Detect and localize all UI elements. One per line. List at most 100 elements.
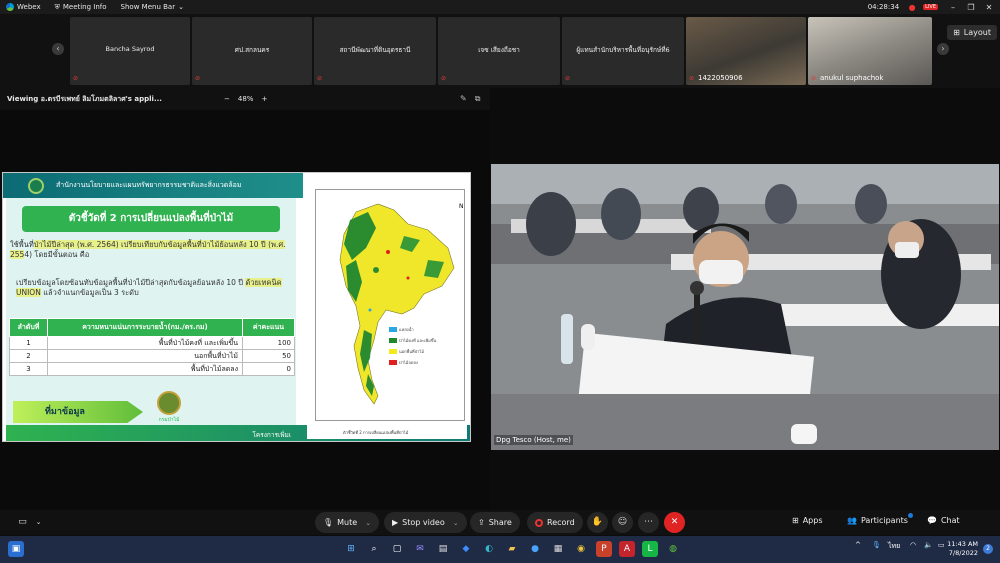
record-button[interactable]: Record <box>527 512 583 533</box>
camera-icon: ▶ <box>392 518 399 527</box>
table-header: ลำดับที่ <box>9 318 48 337</box>
strip-next-button[interactable]: › <box>937 43 949 55</box>
para2-text-c: แล้วจำแนกข้อมูลเป็น 3 ระดับ <box>40 288 139 297</box>
participant-tile[interactable]: สถานีพัฒนาที่ดินอุดรธานี ⊘ <box>314 17 436 85</box>
webex-menu[interactable]: Webex <box>6 3 41 11</box>
line-icon[interactable]: L <box>642 541 658 557</box>
system-clock[interactable]: 11:43 AM 7/8/2022 <box>947 540 978 558</box>
show-menu-bar-button[interactable]: Show Menu Bar ⌄ <box>121 3 187 11</box>
minimize-icon[interactable]: – <box>946 3 960 12</box>
wifi-icon[interactable]: ◠ <box>910 541 916 549</box>
input-language[interactable]: ไทย <box>888 541 900 552</box>
search-icon[interactable]: ⌕ <box>366 541 382 557</box>
task-view-icon[interactable]: ▢ <box>389 541 405 557</box>
participant-tile[interactable]: ผู้แทนสำนักบริหารพื้นที่อนุรักษ์ที่6 ⊘ <box>562 17 684 85</box>
show-menu-bar-label: Show Menu Bar <box>120 3 176 11</box>
legend-swatch <box>389 338 397 343</box>
reactions-button[interactable]: ☺ <box>612 512 633 533</box>
zoom-out-button[interactable]: − <box>224 95 230 103</box>
chevron-down-icon[interactable]: ⌄ <box>453 519 459 527</box>
teams-chat-icon[interactable]: ✉ <box>412 541 428 557</box>
share-button[interactable]: ⇪ Share <box>470 512 520 533</box>
participant-tile[interactable]: ศป.สกลนคร ⊘ <box>192 17 312 85</box>
layout-button[interactable]: ⊞ Layout <box>947 25 997 40</box>
stop-video-button[interactable]: ▶ Stop video ⌄ <box>384 512 467 533</box>
viewing-label: Viewing อ.ตรบีรเพทย์ ลิมโภมตลิลาศ's appl… <box>7 94 162 103</box>
notification-badge[interactable]: 2 <box>983 544 993 554</box>
annotate-icon[interactable]: ✎ <box>460 94 467 104</box>
participant-tile[interactable]: เจซ เสียงถือชา ⊘ <box>438 17 560 85</box>
participants-button[interactable]: 👥 Participants <box>847 516 908 525</box>
legend-label: นอกพื้นที่ป่าไม้ <box>399 349 424 354</box>
zoom-controls: − 48% + <box>224 95 267 103</box>
chevron-down-icon[interactable]: ⌄ <box>365 519 371 527</box>
forestry-seal-icon <box>157 391 181 415</box>
app-name: Webex <box>17 3 41 11</box>
legend-swatch <box>389 327 397 332</box>
legend-label: แหล่งน้ำ <box>399 327 414 332</box>
participant-name: Bancha Sayrod <box>105 45 155 53</box>
chat-button[interactable]: 💬 Chat <box>927 516 960 525</box>
record-indicator-icon: ● <box>908 2 916 12</box>
tray-mic-icon[interactable]: 🎙 <box>872 541 881 549</box>
zoom-in-button[interactable]: + <box>261 95 267 103</box>
participant-strip: ‹ Bancha Sayrod ⊘ ศป.สกลนคร ⊘ สถานีพัฒนา… <box>0 14 1000 88</box>
layout-label: Layout <box>963 28 991 37</box>
record-icon <box>535 518 543 527</box>
popout-icon[interactable]: ⧉ <box>475 94 481 104</box>
battery-icon[interactable]: ▭ <box>938 541 945 549</box>
zoom-icon[interactable]: ● <box>527 541 543 557</box>
para1-text-a: ใช้พื้นที่ <box>10 240 34 249</box>
microphone-icon: 🎙 <box>323 518 334 527</box>
share-label: Share <box>488 518 512 527</box>
north-arrow: N <box>459 203 464 210</box>
acrobat-icon[interactable]: A <box>619 541 635 557</box>
legend-label: ป่าไม้ลดลง <box>399 360 418 365</box>
mute-button[interactable]: 🎙 Mute ⌄ <box>315 512 380 533</box>
meeting-info-button[interactable]: ⛨ Meeting Info <box>55 3 107 12</box>
legend-label: ป่าไม้คงที่ และเพิ่มขึ้น <box>399 338 437 343</box>
file-explorer-icon[interactable]: ▰ <box>504 541 520 557</box>
participant-video-tile[interactable]: ⊘ 1422050906 <box>686 17 806 85</box>
dropbox-icon[interactable]: ◆ <box>458 541 474 557</box>
slide-left-panel: ตัวชี้วัดที่ 2 การเปลี่ยนแปลงพื้นที่ป่าไ… <box>6 198 296 441</box>
store-icon[interactable]: ▦ <box>550 541 566 557</box>
windows-taskbar: ▣ ⊞ ⌕ ▢ ✉ ▤ ◆ ◐ ▰ ● ▦ ◉ P A L ◍ ^ 🎙 ไทย … <box>0 536 1000 563</box>
table-row: 1 พื้นที่ป่าไม้คงที่ และเพิ่มขึ้น 100 <box>9 336 295 350</box>
self-video[interactable] <box>491 164 999 450</box>
share-info-bar: Viewing อ.ตรบีรเพทย์ ลิมโภมตลิลาศ's appl… <box>0 88 490 110</box>
captions-menu-chevron[interactable]: ⌄ <box>28 512 49 533</box>
stop-video-label: Stop video <box>402 518 445 527</box>
muted-mic-icon: ⊘ <box>565 75 571 82</box>
chrome-icon[interactable]: ◉ <box>573 541 589 557</box>
participant-video-tile[interactable]: ⊘ anukul suphachok <box>808 17 932 85</box>
participant-tile[interactable]: Bancha Sayrod ⊘ <box>70 17 190 85</box>
volume-icon[interactable]: 🔈 <box>924 541 933 549</box>
apps-button[interactable]: ⊞ Apps <box>792 516 823 525</box>
strip-prev-button[interactable]: ‹ <box>52 43 64 55</box>
table-cell: 2 <box>9 349 48 363</box>
powerpoint-icon[interactable]: P <box>596 541 612 557</box>
muted-mic-icon: ⊘ <box>195 75 201 82</box>
legend-swatch <box>389 349 397 354</box>
restore-icon[interactable]: ❐ <box>964 3 978 12</box>
hand-raise-button[interactable]: ✋ <box>587 512 608 533</box>
more-options-button[interactable]: ⋯ <box>638 512 659 533</box>
thailand-map-graphic <box>339 203 455 405</box>
forest-change-map: N แหล่งน้ำ ป่าไม้คงที่ และเพิ่มขึ้น นอกพ… <box>307 181 467 439</box>
edge-icon[interactable]: ◐ <box>481 541 497 557</box>
table-cell: พื้นที่ป่าไม้ลดลง <box>47 362 243 376</box>
tray-overflow-icon[interactable]: ^ <box>855 541 861 549</box>
source-label: ที่มาข้อมูล <box>13 401 143 423</box>
widgets-icon[interactable]: ▣ <box>8 541 24 557</box>
table-cell: 3 <box>9 362 48 376</box>
chat-label: Chat <box>940 516 960 525</box>
webex-icon[interactable]: ◍ <box>665 541 681 557</box>
start-icon[interactable]: ⊞ <box>343 541 359 557</box>
apps-icon: ⊞ <box>792 516 799 525</box>
close-icon[interactable]: ✕ <box>982 3 996 12</box>
table-cell: นอกพื้นที่ป่าไม้ <box>47 349 243 363</box>
muted-mic-icon: ⊘ <box>689 75 695 82</box>
end-call-button[interactable]: ✕ <box>664 512 685 533</box>
files-icon[interactable]: ▤ <box>435 541 451 557</box>
